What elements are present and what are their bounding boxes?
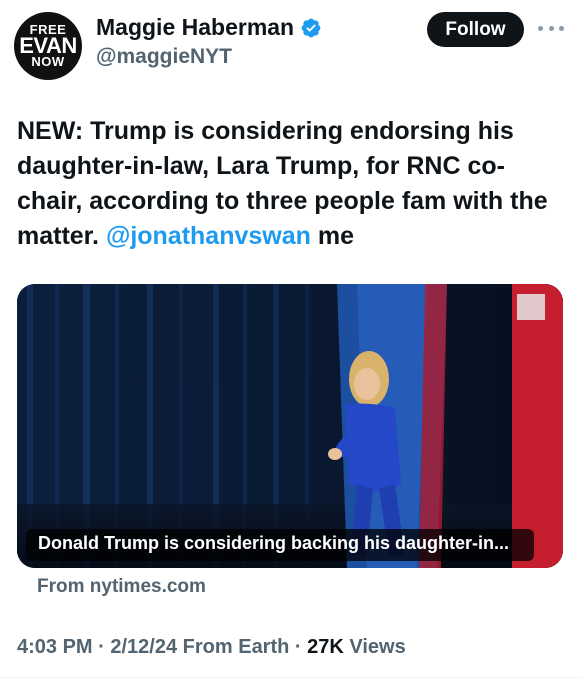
- tweet-meta: 4:03 PM · 2/12/24 From Earth · 27K Views: [17, 636, 406, 659]
- tweet-text: NEW: Trump is considering endorsing his …: [17, 114, 557, 254]
- more-dot: [559, 25, 564, 31]
- meta-separator: ·: [289, 636, 308, 658]
- more-dot: [548, 25, 554, 31]
- stage-photo: [17, 284, 563, 568]
- tweet-header: FREE EVAN NOW Maggie Haberman @maggieNYT…: [0, 0, 581, 90]
- meta-separator: ·: [92, 636, 111, 658]
- avatar[interactable]: FREE EVAN NOW: [14, 12, 82, 80]
- tweet-origin: From Earth: [177, 636, 290, 658]
- views-count[interactable]: 27K: [307, 636, 344, 658]
- author-display-name-row[interactable]: Maggie Haberman: [96, 14, 322, 41]
- divider: [0, 677, 581, 678]
- tweet-time[interactable]: 4:03 PM: [17, 636, 93, 658]
- link-card-image[interactable]: [17, 284, 563, 568]
- tweet-date[interactable]: 2/12/24: [110, 636, 177, 658]
- avatar-line-2: EVAN: [19, 33, 77, 58]
- more-horizontal-icon[interactable]: [538, 18, 564, 38]
- author-names: Maggie Haberman @maggieNYT: [96, 14, 322, 69]
- tweet-text-tail: me: [310, 222, 354, 250]
- mention-link[interactable]: @jonathanvswan: [106, 222, 311, 250]
- link-card-caption[interactable]: Donald Trump is considering backing his …: [38, 533, 509, 554]
- views-label: Views: [343, 636, 406, 658]
- author-handle[interactable]: @maggieNYT: [96, 45, 322, 69]
- author-display-name[interactable]: Maggie Haberman: [96, 14, 294, 41]
- follow-button[interactable]: Follow: [427, 12, 524, 47]
- more-dot: [538, 25, 543, 31]
- avatar-line-3: NOW: [31, 54, 65, 69]
- link-card-source[interactable]: From nytimes.com: [37, 576, 206, 598]
- verified-badge-icon: [301, 18, 321, 37]
